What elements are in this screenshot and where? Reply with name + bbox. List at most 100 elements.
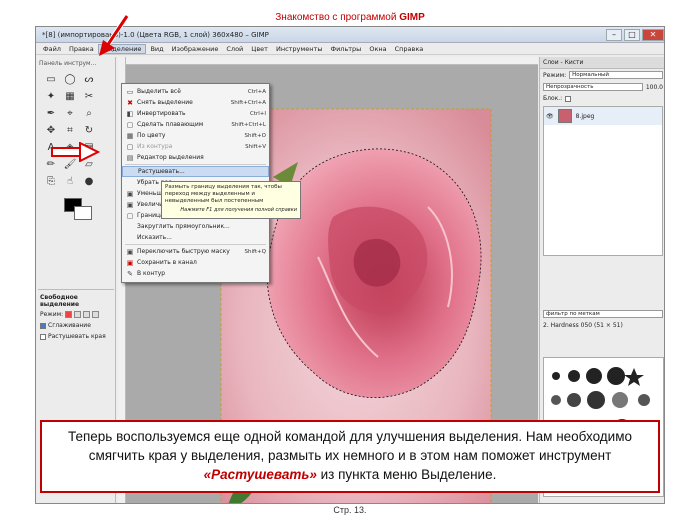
brush-name: 2. Hardness 050 (51 × 51)	[543, 322, 623, 329]
zoom-icon[interactable]: ⌕	[82, 107, 96, 121]
color-picker-icon[interactable]: ⌖	[63, 107, 77, 121]
opacity-label: Непрозрачность	[543, 83, 643, 91]
menu-edit[interactable]: Правка	[65, 45, 98, 53]
layer-row[interactable]: 👁 8.jpeg	[544, 107, 662, 125]
menu-layer[interactable]: Слой	[222, 45, 247, 53]
mode-row: Режим:	[38, 309, 114, 320]
menu-separator	[125, 164, 266, 165]
layer-name[interactable]: 8.jpeg	[576, 113, 595, 120]
smudge-icon[interactable]: ☝	[63, 175, 77, 189]
color-swatches	[50, 192, 115, 232]
move-icon[interactable]: ✥	[44, 124, 58, 138]
tool-grid: ▭ ◯ ᔕ ✦ ▦ ✂ ✒ ⌖ ⌕ ✥ ⌗ ↻ A ◈ ▤ ✏ 🖌 ▱ ⎘ ☝ …	[36, 70, 115, 192]
menu-help[interactable]: Справка	[391, 45, 428, 53]
feather-label: Растушевать края	[48, 333, 106, 340]
menu-image[interactable]: Изображение	[168, 45, 223, 53]
menu-separator	[125, 244, 266, 245]
minimize-button[interactable]: –	[606, 28, 622, 41]
menu-item-float[interactable]: ▢ Сделать плавающим Shift+Ctrl+L	[122, 119, 269, 130]
to-path-icon: ✎	[127, 269, 133, 278]
menu-item-feather[interactable]: Растушевать...	[122, 166, 269, 177]
caption-text: Теперь воспользуемся еще одной командой …	[67, 429, 632, 463]
menu-item-distort[interactable]: Исказить...	[122, 232, 269, 243]
lock-label: Блок.:	[543, 95, 563, 102]
menu-item-from-path[interactable]: ▢ Из контура Shift+V	[122, 141, 269, 152]
menu-file[interactable]: Файл	[39, 45, 65, 53]
invert-icon: ◧	[126, 109, 134, 118]
page-number: Стр. 13.	[333, 505, 367, 515]
mode-label: Режим:	[40, 311, 64, 318]
menu-item-by-color[interactable]: ▦ По цвету Shift+O	[122, 130, 269, 141]
color-select-icon[interactable]: ▦	[63, 90, 77, 104]
dodge-icon[interactable]: ●	[82, 175, 96, 189]
float-icon: ▢	[126, 120, 134, 129]
red-arrow-right-icon	[51, 142, 100, 162]
selection-editor-icon: ▤	[126, 153, 134, 162]
menu-item-select-none[interactable]: ✖ Снять выделение Shift+Ctrl+A	[122, 97, 269, 108]
feather-checkbox[interactable]	[40, 333, 46, 340]
menu-colors[interactable]: Цвет	[247, 45, 272, 53]
menu-item-rounded-rect[interactable]: Закруглить прямоугольник...	[122, 221, 269, 232]
layer-mode-row: Режим: Нормальный	[540, 69, 664, 81]
grow-icon: ▣	[126, 200, 134, 209]
feather-tooltip: Размыть границу выделения так, чтобы пер…	[161, 181, 301, 219]
window-title: *[8] (импортировано)-1.0 (Цвета RGB, 1 с…	[42, 30, 269, 39]
lock-row: Блок.:	[540, 93, 664, 104]
fuzzy-select-icon[interactable]: ✦	[44, 90, 58, 104]
menu-item-select-all[interactable]: ▭ Выделить всё Ctrl+A	[122, 86, 269, 97]
brush-filter-row: фильтр по меткам	[540, 308, 664, 320]
layer-mode-label: Режим:	[543, 71, 567, 79]
antialias-row[interactable]: Сглаживание	[38, 320, 114, 331]
tooltip-text: Размыть границу выделения так, чтобы пер…	[165, 184, 282, 204]
menu-item-to-path[interactable]: ✎ В контур	[122, 268, 269, 279]
tool-options: Свободное выделение Режим: Сглаживание Р…	[38, 289, 114, 342]
mode-add-icon[interactable]	[74, 311, 82, 318]
border-icon: ▢	[126, 211, 134, 220]
antialias-checkbox[interactable]	[40, 322, 46, 329]
select-none-icon: ✖	[127, 98, 133, 107]
feather-row[interactable]: Растушевать края	[38, 331, 114, 342]
caption-text-end: из пункта меню Выделение.	[316, 467, 497, 482]
scissors-icon[interactable]: ✂	[82, 90, 96, 104]
layer-mode-select[interactable]: Нормальный	[569, 71, 663, 79]
menu-item-save-channel[interactable]: ▣ Сохранить в канал	[122, 257, 269, 268]
menu-tools[interactable]: Инструменты	[272, 45, 327, 53]
by-color-icon: ▦	[126, 131, 134, 140]
maximize-button[interactable]: □	[624, 28, 640, 41]
mode-subtract-icon[interactable]	[83, 311, 91, 318]
crop-icon[interactable]: ⌗	[63, 124, 77, 138]
quick-mask-icon: ▣	[126, 247, 134, 256]
save-channel-icon: ▣	[126, 258, 134, 267]
caption-emphasis: «Растушевать»	[203, 467, 317, 482]
paths-icon[interactable]: ✒	[44, 107, 58, 121]
layer-list: 👁 8.jpeg	[543, 106, 663, 256]
opacity-value[interactable]: 100.0	[646, 84, 663, 91]
brush-name-row: 2. Hardness 050 (51 × 51)	[540, 320, 664, 331]
slide-caption: Теперь воспользуемся еще одной командой …	[40, 420, 660, 493]
red-arrow-down-icon	[99, 14, 130, 56]
menu-view[interactable]: Вид	[146, 45, 167, 53]
brush-filter-input[interactable]: фильтр по меткам	[543, 310, 663, 318]
lock-pixels-checkbox[interactable]	[565, 95, 572, 102]
menu-windows[interactable]: Окна	[365, 45, 390, 53]
opacity-row: Непрозрачность 100.0	[540, 81, 664, 93]
tooltip-hint: Нажмите F1 для получения полной справки	[180, 207, 297, 213]
menu-filters[interactable]: Фильтры	[326, 45, 365, 53]
menu-item-selection-editor[interactable]: ▤ Редактор выделения	[122, 152, 269, 163]
menu-item-invert[interactable]: ◧ Инвертировать Ctrl+I	[122, 108, 269, 119]
from-path-icon: ▢	[126, 142, 134, 151]
layer-thumbnail	[557, 109, 572, 123]
background-color[interactable]	[74, 206, 92, 220]
rotate-icon[interactable]: ↻	[82, 124, 96, 138]
menu-item-quick-mask[interactable]: ▣ Переключить быструю маску Shift+Q	[122, 246, 269, 257]
close-button[interactable]: ✕	[642, 28, 664, 41]
ellipse-select-icon[interactable]: ◯	[63, 73, 77, 87]
free-select-icon[interactable]: ᔕ	[82, 73, 96, 87]
tool-options-title: Свободное выделение	[40, 294, 80, 308]
mode-intersect-icon[interactable]	[92, 311, 100, 318]
clone-icon[interactable]: ⎘	[44, 175, 58, 189]
select-all-icon: ▭	[126, 87, 134, 96]
mode-replace-icon[interactable]	[65, 311, 73, 318]
rect-select-icon[interactable]: ▭	[44, 73, 58, 87]
eye-icon[interactable]: 👁	[546, 113, 554, 120]
